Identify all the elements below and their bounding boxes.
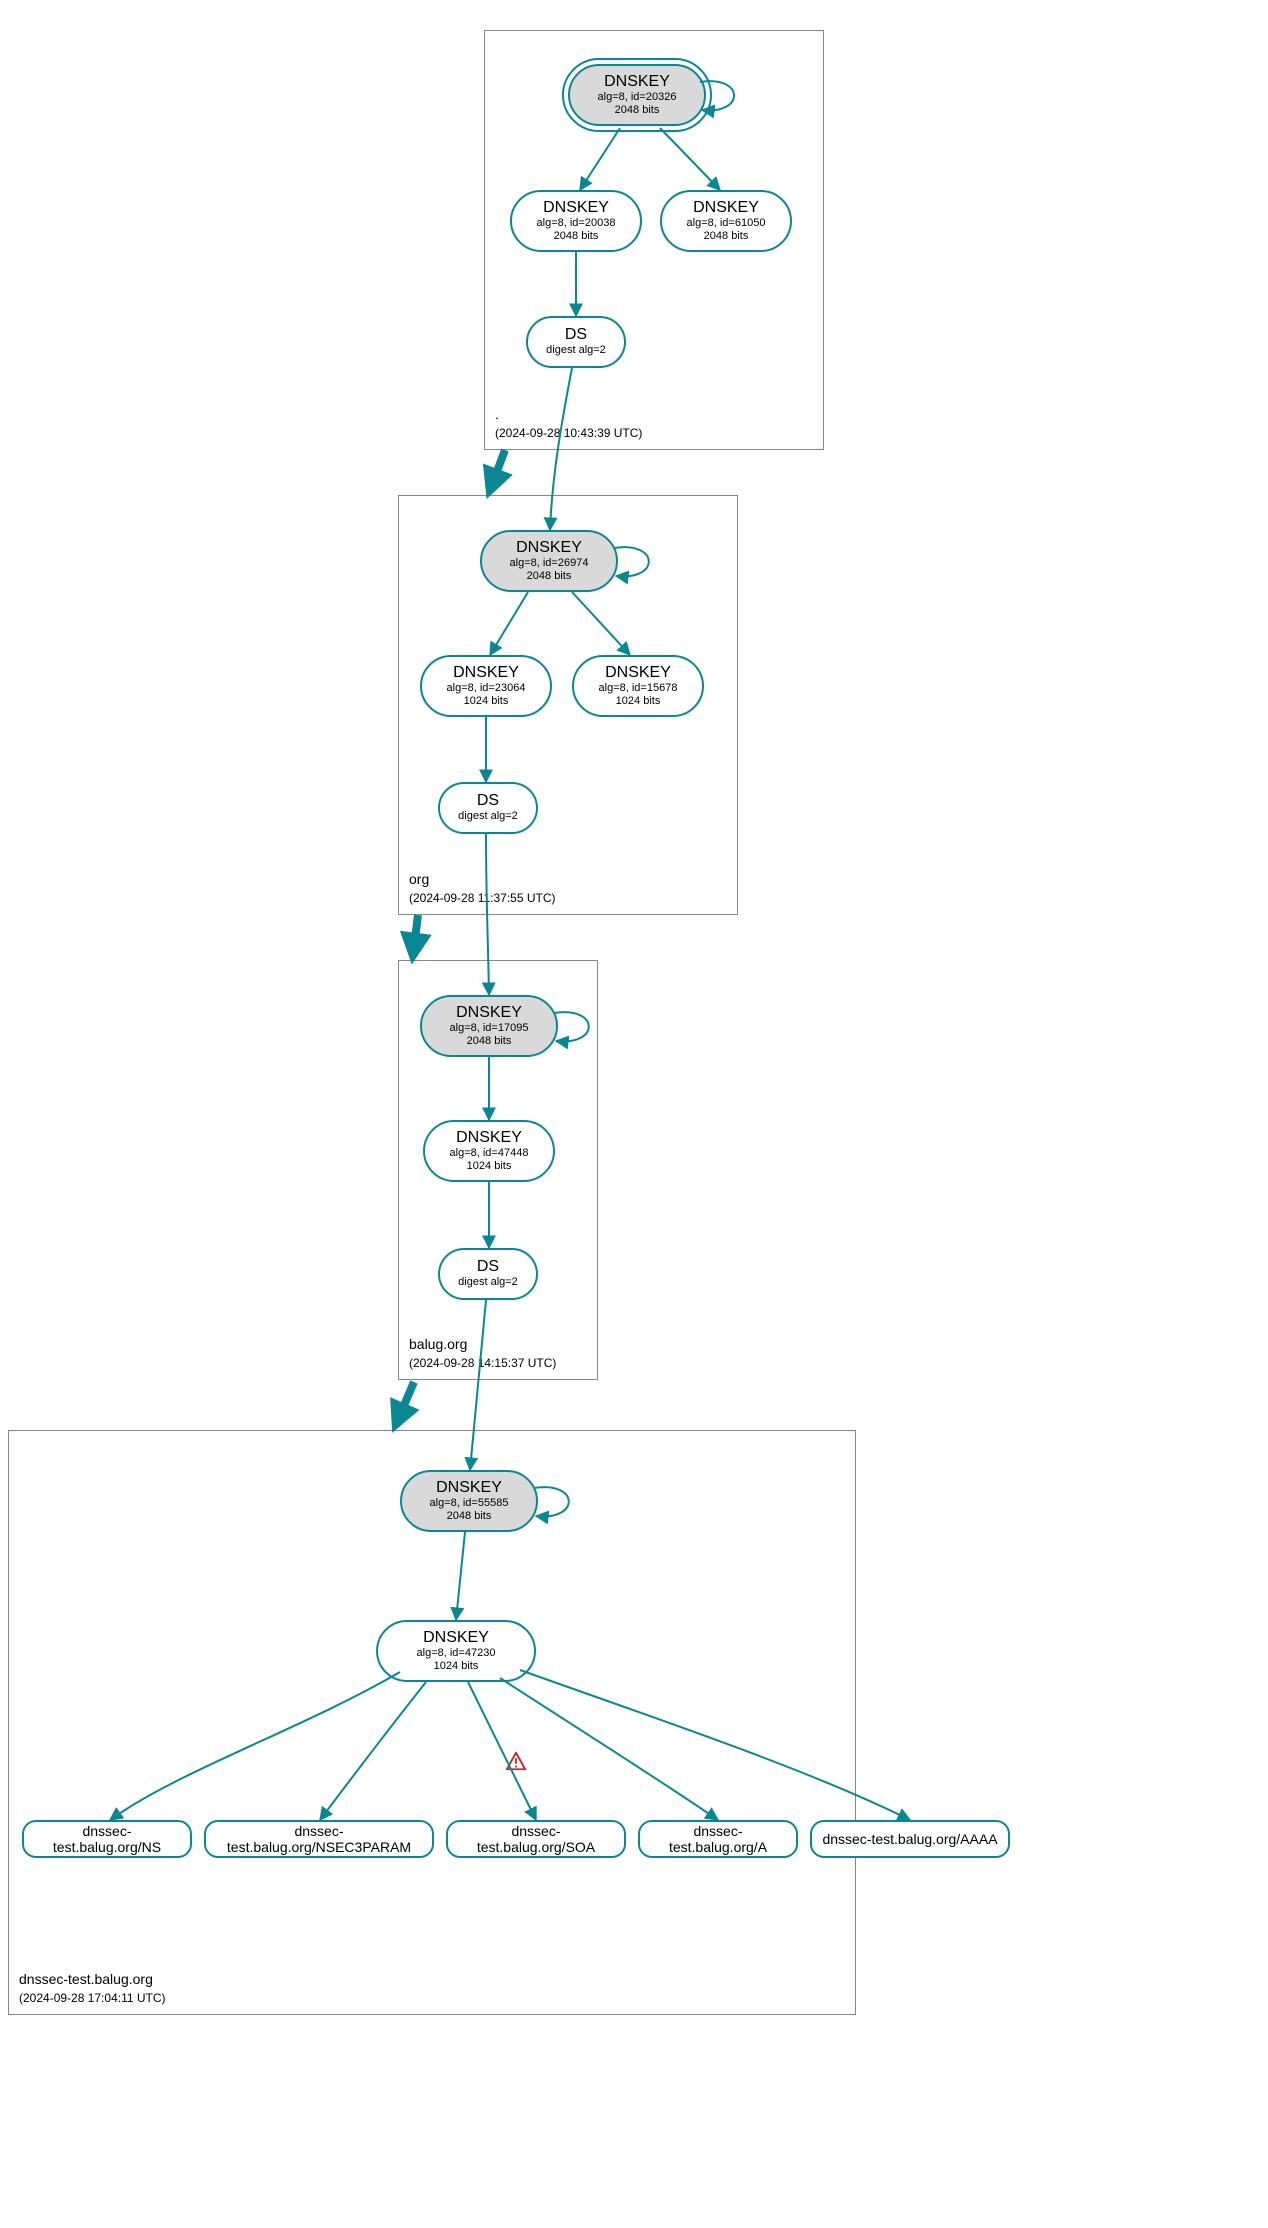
node-type: DS — [528, 326, 624, 344]
zone-label-root: . (2024-09-28 10:43:39 UTC) — [495, 406, 642, 441]
node-alg: alg=8, id=23064 — [422, 682, 550, 695]
node-type: DS — [440, 792, 536, 810]
zone-name: dnssec-test.balug.org — [19, 1971, 153, 1987]
node-type: DNSKEY — [378, 1629, 534, 1647]
node-alg: digest alg=2 — [440, 1276, 536, 1289]
node-alg: alg=8, id=20326 — [570, 91, 704, 104]
node-alg: alg=8, id=15678 — [574, 682, 702, 695]
node-type: DNSKEY — [574, 664, 702, 682]
zone-name: balug.org — [409, 1336, 467, 1352]
node-bits: 1024 bits — [425, 1160, 553, 1173]
dnskey-balug-ksk: DNSKEY alg=8, id=17095 2048 bits — [420, 995, 558, 1057]
node-bits: 2048 bits — [402, 1510, 536, 1523]
node-bits: 2048 bits — [422, 1035, 556, 1048]
dnskey-dt-ksk: DNSKEY alg=8, id=55585 2048 bits — [400, 1470, 538, 1532]
node-type: DNSKEY — [402, 1479, 536, 1497]
rrset-label: dnssec-test.balug.org/NS — [34, 1823, 180, 1855]
ds-balug: DS digest alg=2 — [438, 1248, 538, 1300]
rrset-label: dnssec-test.balug.org/SOA — [458, 1823, 614, 1855]
rrset-aaaa: dnssec-test.balug.org/AAAA — [810, 1820, 1010, 1858]
dnskey-dt-zsk: DNSKEY alg=8, id=47230 1024 bits — [376, 1620, 536, 1682]
node-type: DNSKEY — [482, 539, 616, 557]
zone-label-dnssec-test: dnssec-test.balug.org (2024-09-28 17:04:… — [19, 1971, 166, 2006]
ds-org: DS digest alg=2 — [438, 782, 538, 834]
node-bits: 2048 bits — [482, 570, 616, 583]
dnskey-org-zsk1: DNSKEY alg=8, id=23064 1024 bits — [420, 655, 552, 717]
node-bits: 1024 bits — [574, 695, 702, 708]
zone-timestamp: (2024-09-28 14:15:37 UTC) — [409, 1356, 556, 1370]
dnskey-org-zsk2: DNSKEY alg=8, id=15678 1024 bits — [572, 655, 704, 717]
node-type: DNSKEY — [422, 1004, 556, 1022]
rrset-label: dnssec-test.balug.org/AAAA — [822, 1831, 997, 1847]
zone-name: . — [495, 406, 499, 422]
node-bits: 1024 bits — [422, 695, 550, 708]
zone-label-balug: balug.org (2024-09-28 14:15:37 UTC) — [409, 1336, 556, 1371]
rrset-ns: dnssec-test.balug.org/NS — [22, 1820, 192, 1858]
warning-icon — [505, 1750, 527, 1772]
node-alg: digest alg=2 — [440, 810, 536, 823]
node-type: DS — [440, 1258, 536, 1276]
node-bits: 2048 bits — [512, 230, 640, 243]
node-alg: alg=8, id=47448 — [425, 1147, 553, 1160]
node-alg: alg=8, id=61050 — [662, 217, 790, 230]
rrset-label: dnssec-test.balug.org/NSEC3PARAM — [216, 1823, 422, 1855]
dnskey-root-zsk1: DNSKEY alg=8, id=20038 2048 bits — [510, 190, 642, 252]
node-alg: alg=8, id=20038 — [512, 217, 640, 230]
node-type: DNSKEY — [425, 1129, 553, 1147]
zone-label-org: org (2024-09-28 11:37:55 UTC) — [409, 871, 556, 906]
node-type: DNSKEY — [512, 199, 640, 217]
node-type: DNSKEY — [422, 664, 550, 682]
node-alg: digest alg=2 — [528, 344, 624, 357]
zone-name: org — [409, 871, 429, 887]
dnskey-root-ksk: DNSKEY alg=8, id=20326 2048 bits — [568, 64, 706, 126]
dnskey-balug-zsk: DNSKEY alg=8, id=47448 1024 bits — [423, 1120, 555, 1182]
node-type: DNSKEY — [570, 73, 704, 91]
node-bits: 2048 bits — [570, 104, 704, 117]
rrset-nsec3param: dnssec-test.balug.org/NSEC3PARAM — [204, 1820, 434, 1858]
dnskey-root-zsk2: DNSKEY alg=8, id=61050 2048 bits — [660, 190, 792, 252]
node-alg: alg=8, id=55585 — [402, 1497, 536, 1510]
zone-timestamp: (2024-09-28 11:37:55 UTC) — [409, 891, 556, 905]
rrset-label: dnssec-test.balug.org/A — [650, 1823, 786, 1855]
node-type: DNSKEY — [662, 199, 790, 217]
node-alg: alg=8, id=26974 — [482, 557, 616, 570]
node-bits: 2048 bits — [662, 230, 790, 243]
rrset-soa: dnssec-test.balug.org/SOA — [446, 1820, 626, 1858]
rrset-a: dnssec-test.balug.org/A — [638, 1820, 798, 1858]
node-alg: alg=8, id=47230 — [378, 1647, 534, 1660]
diagram-canvas: . (2024-09-28 10:43:39 UTC) DNSKEY alg=8… — [0, 0, 1268, 2228]
zone-timestamp: (2024-09-28 17:04:11 UTC) — [19, 1991, 166, 2005]
ds-root: DS digest alg=2 — [526, 316, 626, 368]
node-bits: 1024 bits — [378, 1660, 534, 1673]
dnskey-org-ksk: DNSKEY alg=8, id=26974 2048 bits — [480, 530, 618, 592]
zone-timestamp: (2024-09-28 10:43:39 UTC) — [495, 426, 642, 440]
node-alg: alg=8, id=17095 — [422, 1022, 556, 1035]
